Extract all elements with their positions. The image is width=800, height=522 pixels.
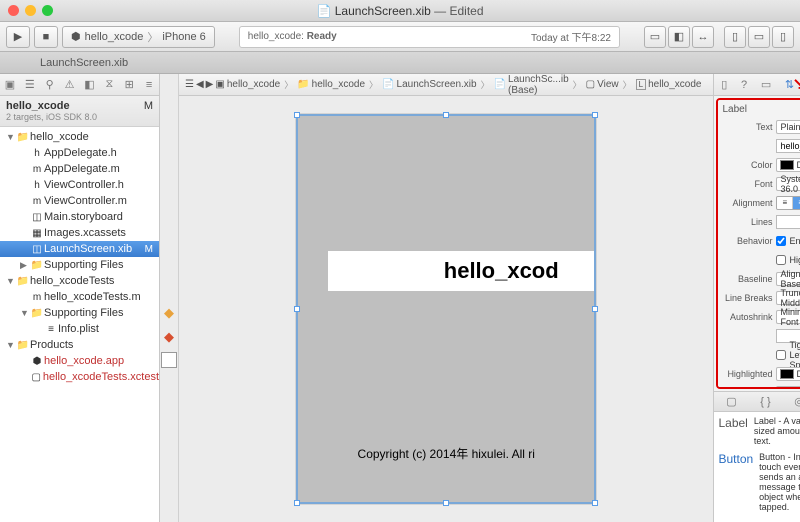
title-label[interactable]: hello_xcod bbox=[328, 251, 594, 291]
window-title-doc: LaunchScreen.xib bbox=[335, 4, 431, 18]
tree-row[interactable]: hAppDelegate.h bbox=[0, 145, 159, 161]
tree-row[interactable]: ▦Images.xcassets bbox=[0, 225, 159, 241]
copyright-label[interactable]: Copyright (c) 2014年 hixulei. All ri bbox=[298, 445, 594, 462]
tree-row[interactable]: ▼📁hello_xcode bbox=[0, 129, 159, 145]
tree-row[interactable]: hViewController.h bbox=[0, 177, 159, 193]
autoshrink-select[interactable]: Minimum Font Size bbox=[776, 310, 800, 324]
target-icon: ⬢ bbox=[71, 30, 81, 43]
linebreak-select[interactable]: Truncate Middle bbox=[776, 291, 800, 305]
tree-row[interactable]: ▢hello_xcodeTests.xctest bbox=[0, 369, 159, 385]
file-insp-icon[interactable]: ▯ bbox=[721, 78, 727, 91]
tree-row[interactable]: ⬢hello_xcode.app bbox=[0, 353, 159, 369]
ib-canvas[interactable]: hello_xcod Copyright (c) 2014年 hixulei. … bbox=[179, 96, 713, 522]
lines-input[interactable] bbox=[776, 215, 800, 229]
enabled-checkbox[interactable] bbox=[776, 236, 786, 246]
library-tabs[interactable]: ▢{ }◎▣ bbox=[714, 391, 800, 411]
alignment-segmented[interactable]: ≡≡≡≡ bbox=[776, 196, 800, 210]
toggle-util-button[interactable]: ▯ bbox=[772, 26, 794, 48]
scheme-selector[interactable]: ⬢ hello_xcode 〉 iPhone 6 bbox=[62, 26, 215, 48]
document-tabbar: LaunchScreen.xib bbox=[0, 52, 800, 74]
text-type-select[interactable]: Plain bbox=[776, 120, 800, 134]
editor-area: ☰ ◀ ▶ ▣hello_xcode 📁hello_xcode 📄LaunchS… bbox=[179, 74, 713, 522]
jump-bar[interactable]: ☰ ◀ ▶ ▣hello_xcode 📁hello_xcode 📄LaunchS… bbox=[179, 74, 713, 96]
tree-row[interactable]: ▼📁Supporting Files bbox=[0, 305, 159, 321]
close-icon[interactable] bbox=[8, 5, 19, 16]
forward-button[interactable]: ▶ bbox=[206, 79, 214, 90]
library-item-button[interactable]: Button Button - Intercepts touch events … bbox=[718, 452, 800, 512]
file-owner-icon[interactable]: ◆ bbox=[160, 304, 178, 322]
tree-row[interactable]: ◫LaunchScreen.xibM bbox=[0, 241, 159, 257]
inspector-tabs[interactable]: ▯ ? ▭ ⇅ ▭ → ↘ bbox=[714, 74, 800, 96]
utilities-panel: ▯ ? ▭ ⇅ ▭ → ↘ Label TextPlain ColorDefau… bbox=[713, 74, 800, 522]
section-label: Label bbox=[722, 104, 800, 115]
tree-row[interactable]: mViewController.m bbox=[0, 193, 159, 209]
window-titlebar: 📄 LaunchScreen.xib — Edited bbox=[0, 0, 800, 22]
editor-standard-button[interactable]: ▭ bbox=[644, 26, 666, 48]
tree-row[interactable]: ▶📁Supporting Files bbox=[0, 257, 159, 273]
tighten-checkbox[interactable] bbox=[776, 350, 786, 360]
project-nav-icon[interactable]: ▣ bbox=[3, 78, 17, 91]
text-value-input[interactable] bbox=[776, 139, 800, 153]
run-button[interactable]: ▶ bbox=[6, 26, 30, 48]
editor-version-button[interactable]: ↔ bbox=[692, 26, 714, 48]
view-root[interactable]: hello_xcod Copyright (c) 2014年 hixulei. … bbox=[296, 114, 596, 504]
main-toolbar: ▶ ■ ⬢ hello_xcode 〉 iPhone 6 hello_xcode… bbox=[0, 22, 800, 52]
file-tree: ▼📁hello_xcodehAppDelegate.hmAppDelegate.… bbox=[0, 127, 159, 522]
document-tab[interactable]: LaunchScreen.xib bbox=[40, 57, 128, 69]
highlighted-checkbox[interactable] bbox=[776, 255, 786, 265]
tree-row[interactable]: ▼📁Products bbox=[0, 337, 159, 353]
attributes-insp-icon[interactable]: ⇅ bbox=[785, 78, 794, 91]
font-select[interactable]: System Bold 36.0 bbox=[776, 177, 800, 191]
tree-row[interactable]: mAppDelegate.m bbox=[0, 161, 159, 177]
help-insp-icon[interactable]: ? bbox=[741, 79, 747, 91]
toggle-nav-button[interactable]: ▯ bbox=[724, 26, 746, 48]
tree-row[interactable]: mhello_xcodeTests.m bbox=[0, 289, 159, 305]
library-item-label[interactable]: Label Label - A variably sized amount of… bbox=[718, 416, 800, 446]
tree-row[interactable]: ▼📁hello_xcodeTests bbox=[0, 273, 159, 289]
tree-row[interactable]: ≡Info.plist bbox=[0, 321, 159, 337]
toggle-debug-button[interactable]: ▭ bbox=[748, 26, 770, 48]
zoom-icon[interactable] bbox=[42, 5, 53, 16]
tree-row[interactable]: ◫Main.storyboard bbox=[0, 209, 159, 225]
window-title-suffix: — Edited bbox=[431, 4, 484, 18]
baseline-select[interactable]: Align Baselines bbox=[776, 272, 800, 286]
document-outline-gutter: ◆ ◆ bbox=[160, 74, 179, 522]
doc-icon: 📄 bbox=[316, 4, 334, 18]
shadow-color-select[interactable]: Default bbox=[776, 386, 800, 389]
highlighted-color-select[interactable]: Default bbox=[776, 367, 800, 381]
stop-button[interactable]: ■ bbox=[34, 26, 58, 48]
navigator-tabs[interactable]: ▣☰⚲⚠◧⧖⊞≡ bbox=[0, 74, 159, 96]
back-button[interactable]: ◀ bbox=[196, 79, 204, 90]
view-outline-icon[interactable] bbox=[161, 352, 177, 368]
activity-status: hello_xcode: Ready Today at 下午8:22 bbox=[239, 26, 620, 48]
attributes-inspector: Label TextPlain ColorDefault FontSystem … bbox=[716, 98, 800, 389]
first-responder-icon[interactable]: ◆ bbox=[160, 328, 178, 346]
color-select[interactable]: Default bbox=[776, 158, 800, 172]
identity-insp-icon[interactable]: ▭ bbox=[761, 78, 771, 91]
project-header[interactable]: hello_xcodeM 2 targets, iOS SDK 8.0 bbox=[0, 96, 159, 127]
related-icon[interactable]: ☰ bbox=[185, 79, 194, 90]
editor-assistant-button[interactable]: ◧ bbox=[668, 26, 690, 48]
minimize-icon[interactable] bbox=[25, 5, 36, 16]
navigator-panel: ▣☰⚲⚠◧⧖⊞≡ hello_xcodeM 2 targets, iOS SDK… bbox=[0, 74, 160, 522]
object-library: Label Label - A variably sized amount of… bbox=[714, 411, 800, 522]
